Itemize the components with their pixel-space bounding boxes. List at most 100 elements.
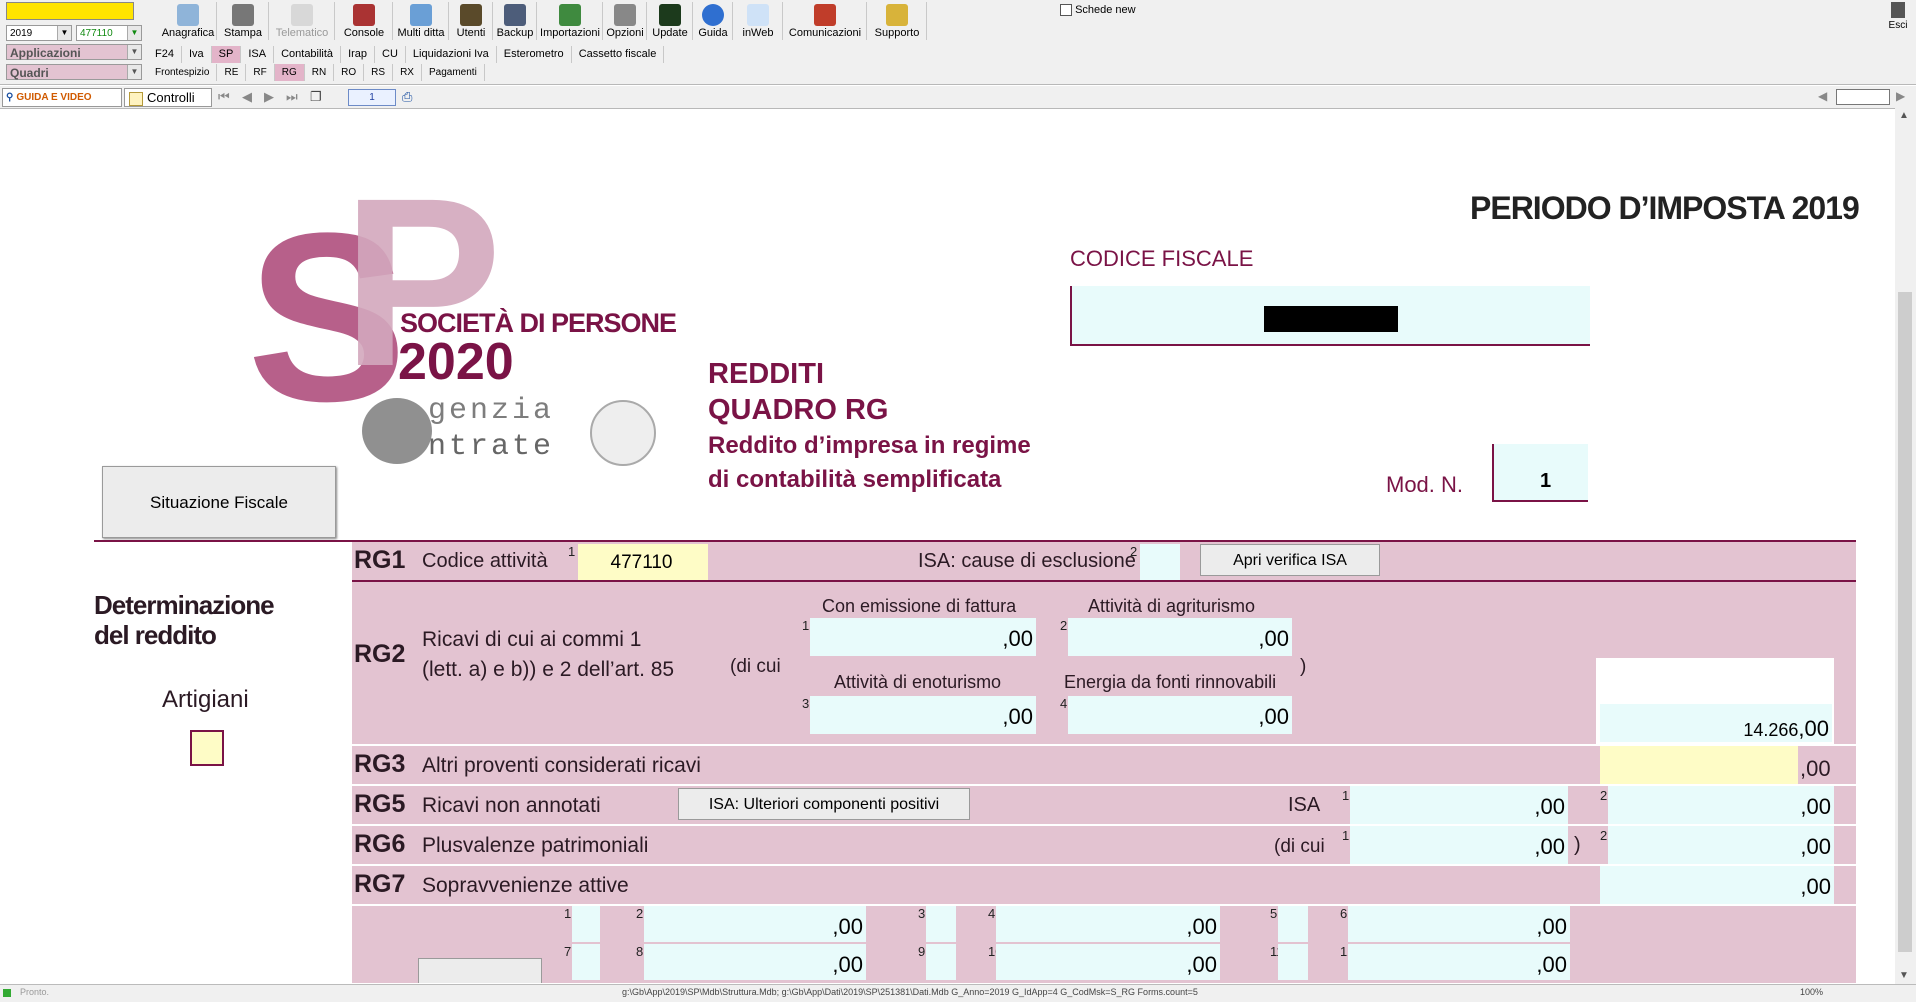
quadri-label: Quadri	[10, 66, 49, 80]
rg7-sopravvenienze-field[interactable]: ,00	[1600, 866, 1834, 904]
rg1-codice-attivita-field[interactable]: 477110	[578, 544, 708, 580]
tab-f24[interactable]: F24	[148, 46, 182, 63]
artigiani-checkbox[interactable]	[190, 730, 224, 766]
grid-field-7[interactable]	[572, 944, 600, 980]
grid-field-10[interactable]: ,00	[996, 944, 1220, 980]
telematico-button[interactable]: Telematico	[270, 2, 335, 40]
scroll-down-icon[interactable]: ▼	[1899, 970, 1909, 981]
multiditta-button[interactable]: Multi ditta	[394, 2, 449, 40]
rg3-altri-proventi-field[interactable]	[1600, 746, 1798, 784]
update-icon	[659, 4, 681, 26]
tab-ro[interactable]: RO	[334, 64, 365, 81]
year-select[interactable]: 2019 ▼	[6, 25, 72, 41]
page-number-field[interactable]: 1	[348, 89, 396, 106]
right-input[interactable]	[1836, 89, 1890, 105]
grid-field-12[interactable]: ,00	[1348, 944, 1570, 980]
exit-icon	[1891, 2, 1905, 18]
tab-rg[interactable]: RG	[274, 64, 305, 81]
rg6-plusvalenze-field[interactable]: ,00	[1608, 826, 1834, 864]
tab-pagamenti[interactable]: Pagamenti	[422, 64, 485, 81]
tab-esterometro[interactable]: Esterometro	[497, 46, 572, 63]
situazione-fiscale-button[interactable]: Situazione Fiscale	[102, 466, 336, 538]
rg2-con-fattura-field[interactable]: ,00	[810, 618, 1036, 656]
scroll-thumb[interactable]	[1898, 292, 1912, 952]
code-select[interactable]: 477110 ▼	[76, 25, 142, 41]
supporto-button[interactable]: Supporto	[868, 2, 927, 40]
esci-button[interactable]: Esci	[1884, 2, 1912, 31]
chevron-down-icon[interactable]: ▼	[127, 45, 141, 59]
checkbox-box[interactable]	[1060, 4, 1072, 17]
console-button[interactable]: Console	[336, 2, 393, 40]
first-page-icon[interactable]: ⏮	[218, 89, 230, 105]
backup-button[interactable]: Backup	[494, 2, 537, 40]
tab-cu[interactable]: CU	[375, 46, 406, 63]
grid-field-1[interactable]	[572, 906, 600, 942]
supporto-icon	[886, 4, 908, 26]
prev-page-icon[interactable]: ◀	[242, 89, 252, 105]
vertical-scrollbar[interactable]: ▲ ▼	[1895, 108, 1916, 984]
tab-rs[interactable]: RS	[364, 64, 394, 81]
scroll-up-icon[interactable]: ▲	[1899, 110, 1909, 121]
tab-iva[interactable]: Iva	[182, 46, 212, 63]
rg2-total-field[interactable]: 14.266,00	[1600, 704, 1832, 742]
tab-cassetto-fiscale[interactable]: Cassetto fiscale	[572, 46, 665, 63]
tab-frontespizio[interactable]: Frontespizio	[148, 64, 218, 81]
tab-sp[interactable]: SP	[211, 46, 242, 63]
altri-button-partial[interactable]	[418, 958, 542, 983]
chevron-down-icon[interactable]: ▼	[127, 65, 141, 79]
schede-new-checkbox[interactable]: Schede new	[1060, 4, 1136, 17]
tab-rn[interactable]: RN	[305, 64, 335, 81]
tab-rx[interactable]: RX	[393, 64, 422, 81]
grid-field-2[interactable]: ,00	[644, 906, 866, 942]
scroll-right-icon[interactable]: ▶	[1896, 89, 1905, 103]
guida-button[interactable]: Guida	[694, 2, 733, 40]
codice-fiscale-field[interactable]	[1070, 286, 1590, 346]
grid-field-5[interactable]	[1278, 906, 1308, 942]
mod-n-field[interactable]: 1	[1492, 444, 1588, 502]
grid-field-9[interactable]	[926, 944, 956, 980]
rg2-close-paren: )	[1300, 656, 1307, 677]
rg1-isa-field[interactable]	[1140, 544, 1180, 580]
rg2-enoturismo-field[interactable]: ,00	[810, 696, 1036, 734]
esci-label: Esci	[1888, 20, 1908, 31]
copy-page-icon[interactable]: ❐	[310, 89, 322, 105]
tab-irap[interactable]: Irap	[341, 46, 376, 63]
grid-field-11[interactable]	[1278, 944, 1308, 980]
last-page-icon[interactable]: ⏭	[286, 89, 298, 105]
rg5-ricavi-field[interactable]: ,00	[1608, 786, 1834, 824]
chevron-down-icon[interactable]: ▼	[127, 26, 141, 40]
isa-ulteriori-componenti-button[interactable]: ISA: Ulteriori componenti positivi	[678, 788, 970, 820]
grid-field-8[interactable]: ,00	[644, 944, 866, 980]
tab-re[interactable]: RE	[217, 64, 247, 81]
tab-isa[interactable]: ISA	[241, 46, 275, 63]
opzioni-button[interactable]: Opzioni	[604, 2, 647, 40]
update-button[interactable]: Update	[648, 2, 693, 40]
stampa-button[interactable]: Stampa	[218, 2, 269, 40]
inweb-button[interactable]: inWeb	[734, 2, 783, 40]
grid-field-3[interactable]	[926, 906, 956, 942]
rg2-energia-field[interactable]: ,00	[1068, 696, 1292, 734]
controlli-button[interactable]: Controlli	[124, 88, 212, 107]
anagrafica-button[interactable]: Anagrafica	[160, 2, 217, 40]
comunicazioni-button[interactable]: Comunicazioni	[784, 2, 867, 40]
apri-verifica-isa-button[interactable]: Apri verifica ISA	[1200, 544, 1380, 576]
find-page-icon[interactable]: ⎙	[402, 89, 412, 105]
rg5-code: RG5	[354, 790, 406, 818]
importazioni-button[interactable]: Importazioni	[538, 2, 603, 40]
utenti-button[interactable]: Utenti	[450, 2, 493, 40]
rg5-isa-field[interactable]: ,00	[1350, 786, 1568, 824]
next-page-icon[interactable]: ▶	[264, 89, 274, 105]
tab-contabilita[interactable]: Contabilità	[274, 46, 342, 63]
applicazioni-select[interactable]: Applicazioni ▼	[6, 44, 142, 60]
tab-liquidazioni-iva[interactable]: Liquidazioni Iva	[406, 46, 497, 63]
quadri-select[interactable]: Quadri ▼	[6, 64, 142, 80]
console-label: Console	[343, 27, 385, 39]
scroll-left-icon[interactable]: ◀	[1818, 89, 1827, 103]
grid-field-6[interactable]: ,00	[1348, 906, 1570, 942]
rg2-agriturismo-field[interactable]: ,00	[1068, 618, 1292, 656]
rg6-dicui-field[interactable]: ,00	[1350, 826, 1568, 864]
grid-field-4[interactable]: ,00	[996, 906, 1220, 942]
tab-rf[interactable]: RF	[246, 64, 275, 81]
guida-video-button[interactable]: ⚲ GUIDA E VIDEO	[2, 88, 122, 107]
chevron-down-icon[interactable]: ▼	[57, 26, 71, 40]
